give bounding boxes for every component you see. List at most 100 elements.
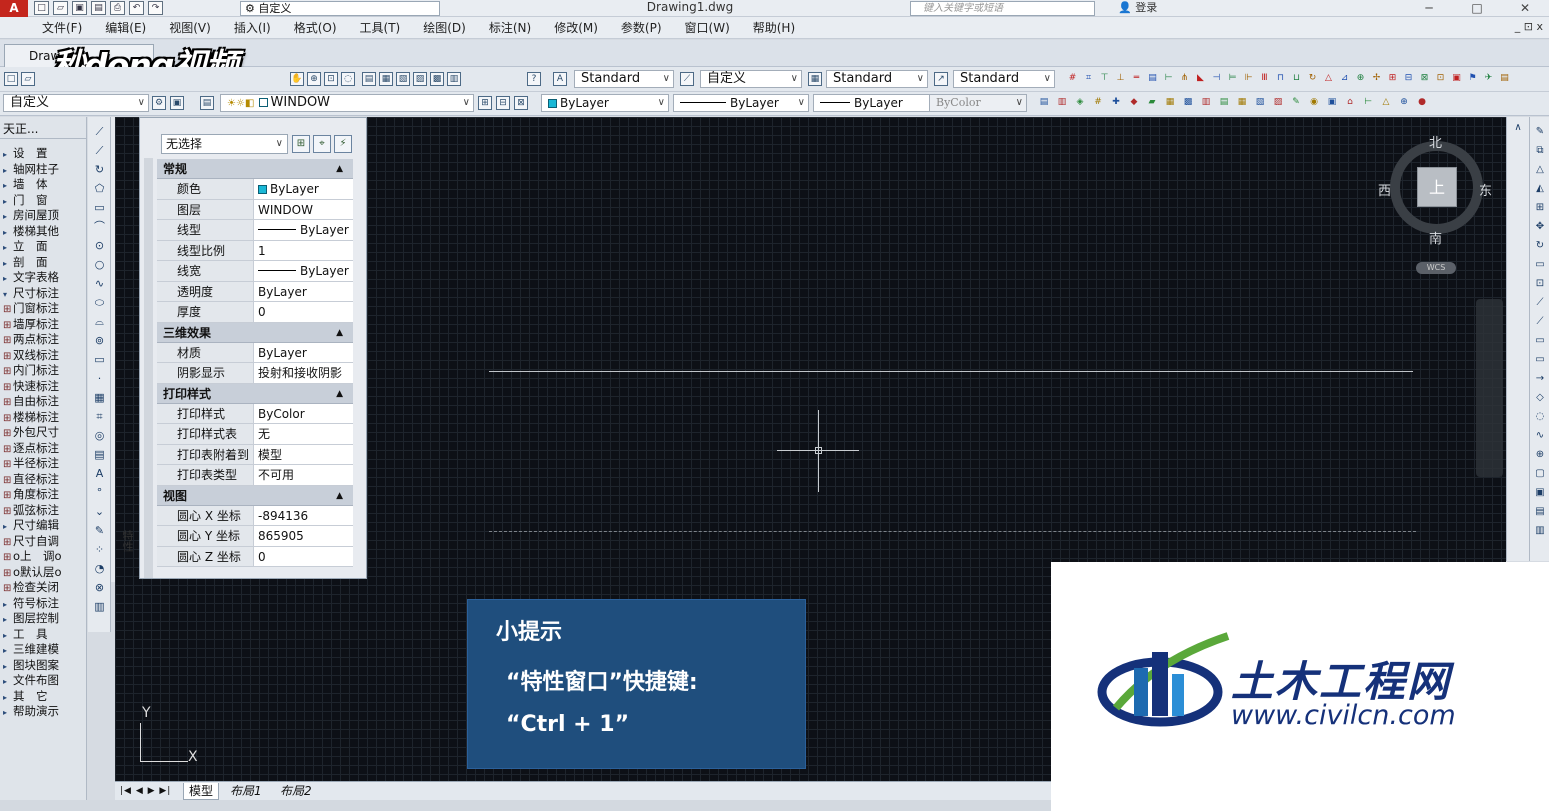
modify-tool-icon[interactable]: ▢ xyxy=(1533,467,1547,481)
property-row[interactable]: 打印表附着到 模型 xyxy=(157,444,353,465)
tangent-tool-icon[interactable]: ▥ xyxy=(1199,96,1213,110)
maximize-button[interactable]: □ xyxy=(1453,0,1501,17)
property-value[interactable]: 无 xyxy=(254,424,353,444)
screen-menu-item[interactable]: ⊞ 墙厚标注 xyxy=(0,317,87,332)
draw-tool-icon[interactable]: ▭ xyxy=(92,352,107,367)
modify-tool-icon[interactable]: ✎ xyxy=(1533,125,1547,139)
modify-tool-icon[interactable]: ⧉ xyxy=(1533,144,1547,158)
selection-dropdown[interactable]: 无选择 ∨ xyxy=(161,134,288,154)
modify-tool-icon[interactable]: ⊕ xyxy=(1533,448,1547,462)
dim-tool-icon[interactable]: Ⅲ xyxy=(1258,72,1271,86)
plotstyle-dropdown[interactable]: ByColor ∨ xyxy=(929,94,1027,112)
sheet-set-icon[interactable]: ▨ xyxy=(413,72,427,86)
modify-tool-icon[interactable]: ⟋ xyxy=(1533,296,1547,310)
linetype-dropdown[interactable]: ByLayer ∨ xyxy=(673,94,809,112)
draw-tool-icon[interactable]: ⟋ xyxy=(92,143,107,158)
scroll-up-icon[interactable]: ∧ xyxy=(1511,121,1525,135)
dim-tool-icon[interactable]: ↻ xyxy=(1306,72,1319,86)
dim-tool-icon[interactable]: ⊔ xyxy=(1290,72,1303,86)
screen-menu-item[interactable]: ⊞ 尺寸自调 xyxy=(0,534,87,549)
modify-tool-icon[interactable]: ▥ xyxy=(1533,524,1547,538)
draw-tool-icon[interactable]: ◔ xyxy=(92,561,107,576)
draw-tool-icon[interactable]: ○ xyxy=(92,257,107,272)
markup-icon[interactable]: ▩ xyxy=(430,72,444,86)
screen-menu-item[interactable]: ⊞ 快速标注 xyxy=(0,379,87,394)
tangent-tool-icon[interactable]: ▩ xyxy=(1181,96,1195,110)
design-center-icon[interactable]: ▦ xyxy=(379,72,393,86)
ucs-icon[interactable]: Y X xyxy=(126,705,206,765)
make-current-icon[interactable]: ⊞ xyxy=(478,96,492,110)
table-style-dropdown[interactable]: Standard ∨ xyxy=(826,70,928,88)
dim-tool-icon[interactable]: ⌗ xyxy=(1082,72,1095,86)
tangent-tool-icon[interactable]: ⊕ xyxy=(1397,96,1411,110)
zoom-realtime-icon[interactable]: ⊕ xyxy=(307,72,321,86)
tangent-tool-icon[interactable]: ▦ xyxy=(1163,96,1177,110)
workspace-settings-icon[interactable]: ▣ xyxy=(170,96,184,110)
modify-tool-icon[interactable]: ∿ xyxy=(1533,429,1547,443)
redo-icon[interactable]: ↷ xyxy=(148,1,163,15)
property-value[interactable]: ByLayer xyxy=(254,261,353,281)
draw-tool-icon[interactable]: ⬠ xyxy=(92,181,107,196)
screen-menu-item[interactable]: ▸ 三维建模 xyxy=(0,642,87,657)
menu-item-10[interactable]: 窗口(W) xyxy=(685,20,730,36)
menu-item-11[interactable]: 帮助(H) xyxy=(753,20,795,36)
menu-item-2[interactable]: 视图(V) xyxy=(169,20,211,36)
draw-tool-icon[interactable]: ∿ xyxy=(92,276,107,291)
dim-tool-icon[interactable]: ⊟ xyxy=(1402,72,1415,86)
dim-tool-icon[interactable]: ⊓ xyxy=(1274,72,1287,86)
property-value[interactable]: 模型 xyxy=(254,444,353,464)
dim-style-icon[interactable]: ⟋ xyxy=(680,72,694,86)
modify-tool-icon[interactable]: ◌ xyxy=(1533,410,1547,424)
tangent-tool-icon[interactable]: ▨ xyxy=(1271,96,1285,110)
draw-tool-icon[interactable]: ⁘ xyxy=(92,542,107,557)
screen-menu-item[interactable]: ⊞ 逐点标注 xyxy=(0,441,87,456)
dim-tool-icon[interactable]: ⊤ xyxy=(1098,72,1111,86)
quick-select-icon[interactable]: ⚡ xyxy=(334,135,352,153)
modify-tool-icon[interactable]: ↻ xyxy=(1533,239,1547,253)
screen-menu-item[interactable]: ▸ 楼梯其他 xyxy=(0,224,87,239)
property-row[interactable]: 颜色 ByLayer xyxy=(157,179,353,200)
menu-item-6[interactable]: 绘图(D) xyxy=(423,20,466,36)
property-value[interactable]: -894136 xyxy=(254,505,353,525)
modify-tool-icon[interactable]: △ xyxy=(1533,163,1547,177)
doc-window-controls[interactable]: _ ⊡ x xyxy=(1515,20,1543,33)
tangent-tool-icon[interactable]: ✚ xyxy=(1109,96,1123,110)
tangent-tool-icon[interactable]: ▧ xyxy=(1253,96,1267,110)
compass-north[interactable]: 北 xyxy=(1429,132,1442,151)
gear-icon[interactable]: ⚙ xyxy=(152,96,166,110)
new-icon[interactable]: □ xyxy=(4,72,18,86)
dim-tool-icon[interactable]: ⊡ xyxy=(1434,72,1447,86)
tangent-tool-icon[interactable]: ⊢ xyxy=(1361,96,1375,110)
dim-tool-icon[interactable]: ⊕ xyxy=(1354,72,1367,86)
property-value[interactable]: ByLayer xyxy=(254,220,353,240)
close-button[interactable]: ✕ xyxy=(1501,0,1549,17)
quickcalc-icon[interactable]: ▥ xyxy=(447,72,461,86)
screen-menu-item[interactable]: ⊞ 角度标注 xyxy=(0,487,87,502)
tangent-tool-icon[interactable]: ✎ xyxy=(1289,96,1303,110)
modify-tool-icon[interactable]: ⟋ xyxy=(1533,315,1547,329)
dim-tool-icon[interactable]: ⊨ xyxy=(1226,72,1239,86)
property-value[interactable]: 投射和接收阴影 xyxy=(254,363,353,383)
draw-tool-icon[interactable]: ▤ xyxy=(92,447,107,462)
draw-tool-icon[interactable]: ⊙ xyxy=(92,238,107,253)
property-row[interactable]: 阴影显示 投射和接收阴影 xyxy=(157,363,353,384)
screen-menu-item[interactable]: ▸ 墙 体 xyxy=(0,177,87,192)
screen-menu-item[interactable]: ⊞ 半径标注 xyxy=(0,456,87,471)
property-row[interactable]: 线型 ByLayer xyxy=(157,220,353,241)
dim-tool-icon[interactable]: ⚑ xyxy=(1466,72,1479,86)
menu-item-8[interactable]: 修改(M) xyxy=(554,20,598,36)
draw-tool-icon[interactable]: ✎ xyxy=(92,523,107,538)
screen-menu-item[interactable]: ▸ 设 置 xyxy=(0,146,87,161)
palette-title[interactable]: 天正... xyxy=(0,119,87,139)
property-row[interactable]: 透明度 ByLayer xyxy=(157,281,353,302)
draw-tool-icon[interactable]: ⊚ xyxy=(92,333,107,348)
tangent-tool-icon[interactable]: ◆ xyxy=(1127,96,1141,110)
property-row[interactable]: 打印样式表无 xyxy=(157,424,353,445)
save-as-icon[interactable]: ▤ xyxy=(91,1,106,15)
dim-tool-icon[interactable]: ✢ xyxy=(1370,72,1383,86)
dim-tool-icon[interactable]: ✈ xyxy=(1482,72,1495,86)
dim-tool-icon[interactable]: ⊞ xyxy=(1386,72,1399,86)
screen-menu-item[interactable]: ▾ 尺寸标注 xyxy=(0,286,87,301)
color-dropdown[interactable]: ByLayer ∨ xyxy=(541,94,669,112)
tangent-tool-icon[interactable]: ⌂ xyxy=(1343,96,1357,110)
